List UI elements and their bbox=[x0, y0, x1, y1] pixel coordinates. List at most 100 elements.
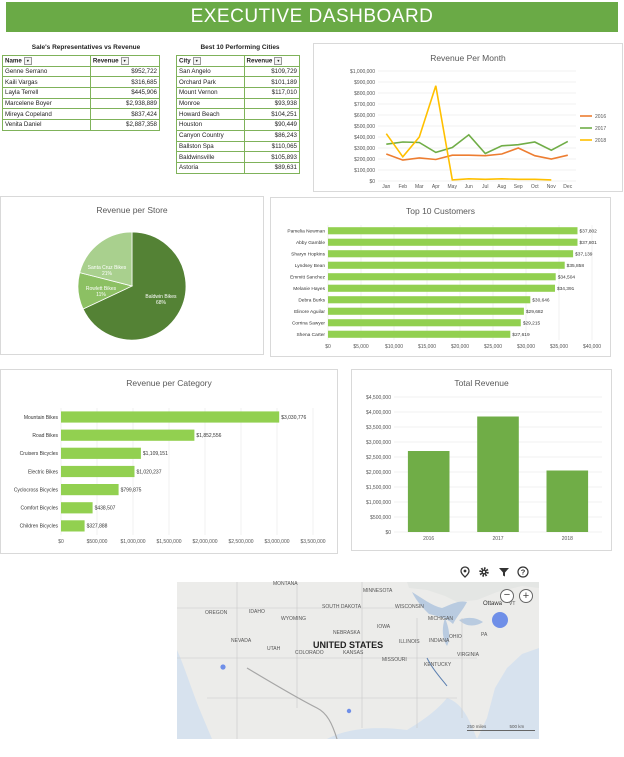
x-tick-label: $3,000,000 bbox=[264, 539, 289, 545]
series-line-2016 bbox=[386, 147, 568, 161]
category-label: Comfort Bicycles bbox=[20, 506, 58, 512]
scale-km: 500 km bbox=[509, 724, 525, 729]
category-label: Children Bicycles bbox=[20, 524, 59, 530]
filter-icon[interactable] bbox=[498, 566, 510, 578]
revenue-cell: $952,722 bbox=[89, 65, 161, 78]
value-label: $1,020,237 bbox=[136, 469, 161, 475]
category-label: Shena Carter bbox=[296, 332, 325, 338]
x-tick-label: Aug bbox=[497, 184, 506, 190]
x-tick-label: $1,500,000 bbox=[156, 539, 181, 545]
column-header[interactable]: Revenue ▾ bbox=[89, 55, 161, 67]
map-label: MONTANA bbox=[273, 581, 298, 587]
y-tick-label: $900,000 bbox=[354, 80, 375, 86]
value-label: $3,030,776 bbox=[281, 415, 306, 421]
y-tick-label: $4,500,000 bbox=[366, 395, 391, 401]
category-label: Elinore Aguilar bbox=[294, 309, 325, 315]
map-label: Ottawa bbox=[483, 601, 503, 607]
x-tick-label: 2018 bbox=[562, 536, 573, 542]
y-tick-label: $1,000,000 bbox=[350, 69, 375, 75]
x-tick-label: Jun bbox=[465, 184, 473, 190]
bar bbox=[328, 261, 565, 269]
bar bbox=[477, 416, 519, 532]
zoom-in-button[interactable]: + bbox=[519, 589, 533, 603]
column-header[interactable]: Revenue ▾ bbox=[243, 55, 301, 67]
bar bbox=[328, 250, 574, 258]
city-name-cell: Orchard Park bbox=[176, 76, 245, 89]
series-line-2018 bbox=[385, 85, 552, 181]
chart-title: Revenue per Category bbox=[126, 378, 212, 388]
y-tick-label: $3,500,000 bbox=[366, 425, 391, 431]
revenue-cell: $86,243 bbox=[243, 129, 301, 142]
x-tick-label: Oct bbox=[531, 184, 539, 190]
y-tick-label: $100,000 bbox=[354, 168, 375, 174]
value-label: $34,391 bbox=[557, 286, 575, 292]
city-name-cell: Baldwinsville bbox=[176, 151, 245, 163]
revenue-cell: $2,887,358 bbox=[89, 119, 161, 131]
y-tick-label: $0 bbox=[369, 179, 375, 185]
revenue-per-store-chart: Revenue per Store Baldwin Bikes 68% Rowlett… bbox=[0, 196, 264, 355]
column-header[interactable]: City ▾ bbox=[176, 55, 245, 67]
y-tick-label: $4,000,000 bbox=[366, 410, 391, 416]
bar bbox=[61, 447, 141, 459]
bar bbox=[61, 429, 195, 441]
y-tick-label: $700,000 bbox=[354, 102, 375, 108]
value-label: $30,646 bbox=[532, 298, 550, 304]
bar bbox=[328, 307, 524, 315]
map-label: OHIO bbox=[449, 634, 462, 640]
zoom-out-button[interactable]: − bbox=[500, 589, 514, 603]
cities-table: City ▾ Revenue ▾ San Angelo $109,729 Orchard P… bbox=[176, 55, 301, 174]
city-name-cell: Howard Beach bbox=[176, 108, 245, 121]
map-label: IOWA bbox=[377, 624, 391, 630]
filter-dropdown-icon[interactable]: ▾ bbox=[120, 56, 129, 65]
chart-title: Total Revenue bbox=[454, 378, 509, 388]
category-label: Debra Burks bbox=[298, 298, 325, 304]
filter-dropdown-icon[interactable]: ▾ bbox=[192, 56, 201, 65]
x-tick-label: 2016 bbox=[423, 536, 434, 542]
bar bbox=[328, 319, 521, 327]
city-name-cell: Mount Vernon bbox=[176, 87, 245, 99]
bar bbox=[61, 411, 280, 423]
value-label: $1,852,556 bbox=[196, 433, 221, 439]
x-tick-label: Jan bbox=[382, 184, 390, 190]
table-row: Layla Terrell $445,906 bbox=[2, 87, 161, 99]
gear-icon[interactable] bbox=[478, 566, 490, 578]
location-pin-icon[interactable] bbox=[459, 566, 471, 578]
revenue-cell: $104,251 bbox=[243, 108, 301, 121]
table-row: Canyon Country $86,243 bbox=[176, 129, 301, 142]
legend-label: 2016 bbox=[595, 114, 606, 120]
revenue-cell: $93,938 bbox=[243, 97, 301, 110]
revenue-per-month-chart: Revenue Per Month $0 $100,000 $200,000 $300,… bbox=[313, 43, 623, 192]
country-label: UNITED STATES bbox=[313, 640, 384, 650]
x-tick-label: Jul bbox=[482, 184, 488, 190]
table-row: Baldwinsville $105,893 bbox=[176, 151, 301, 163]
x-tick-label: $2,000,000 bbox=[192, 539, 217, 545]
map-label: MICHIGAN bbox=[428, 616, 453, 622]
table-row: Ballston Spa $110,065 bbox=[176, 140, 301, 153]
map-label: COLORADO bbox=[295, 650, 324, 656]
rep-name-cell: Kaili Vargas bbox=[2, 76, 91, 89]
bar bbox=[61, 502, 93, 514]
x-tick-label: $15,000 bbox=[418, 344, 436, 350]
value-label: $29,682 bbox=[526, 309, 544, 315]
line-chart-svg: Revenue Per Month $0 $100,000 $200,000 $300,… bbox=[350, 53, 606, 190]
filter-dropdown-icon[interactable]: ▾ bbox=[274, 56, 283, 65]
column-header[interactable]: Name ▾ bbox=[2, 55, 91, 67]
revenue-cell: $2,938,889 bbox=[89, 97, 161, 110]
map-label: ILLINOIS bbox=[399, 639, 420, 645]
filter-dropdown-icon[interactable]: ▾ bbox=[23, 56, 32, 65]
map-label: PA bbox=[481, 632, 488, 638]
map-label: VIRGINIA bbox=[457, 652, 479, 658]
map-label: KENTUCKY bbox=[424, 662, 452, 668]
bar bbox=[328, 296, 531, 304]
rep-name-cell: Mireya Copeland bbox=[2, 108, 91, 121]
us-map[interactable]: MONTANA MINNESOTA OREGON IDAHO WYOMING S… bbox=[177, 558, 539, 739]
map-scale: 250 miles 500 km bbox=[467, 724, 535, 731]
revenue-cell: $316,685 bbox=[89, 76, 161, 89]
bar bbox=[546, 470, 589, 532]
y-tick-label: $800,000 bbox=[354, 91, 375, 97]
value-label: $37,139 bbox=[575, 252, 593, 258]
help-icon[interactable]: ? bbox=[517, 566, 529, 578]
x-tick-label: $10,000 bbox=[385, 344, 403, 350]
value-label: $37,802 bbox=[579, 229, 597, 235]
reps-table: Name ▾ Revenue ▾ Genne Serrano $952,722 Kaili … bbox=[2, 55, 161, 131]
